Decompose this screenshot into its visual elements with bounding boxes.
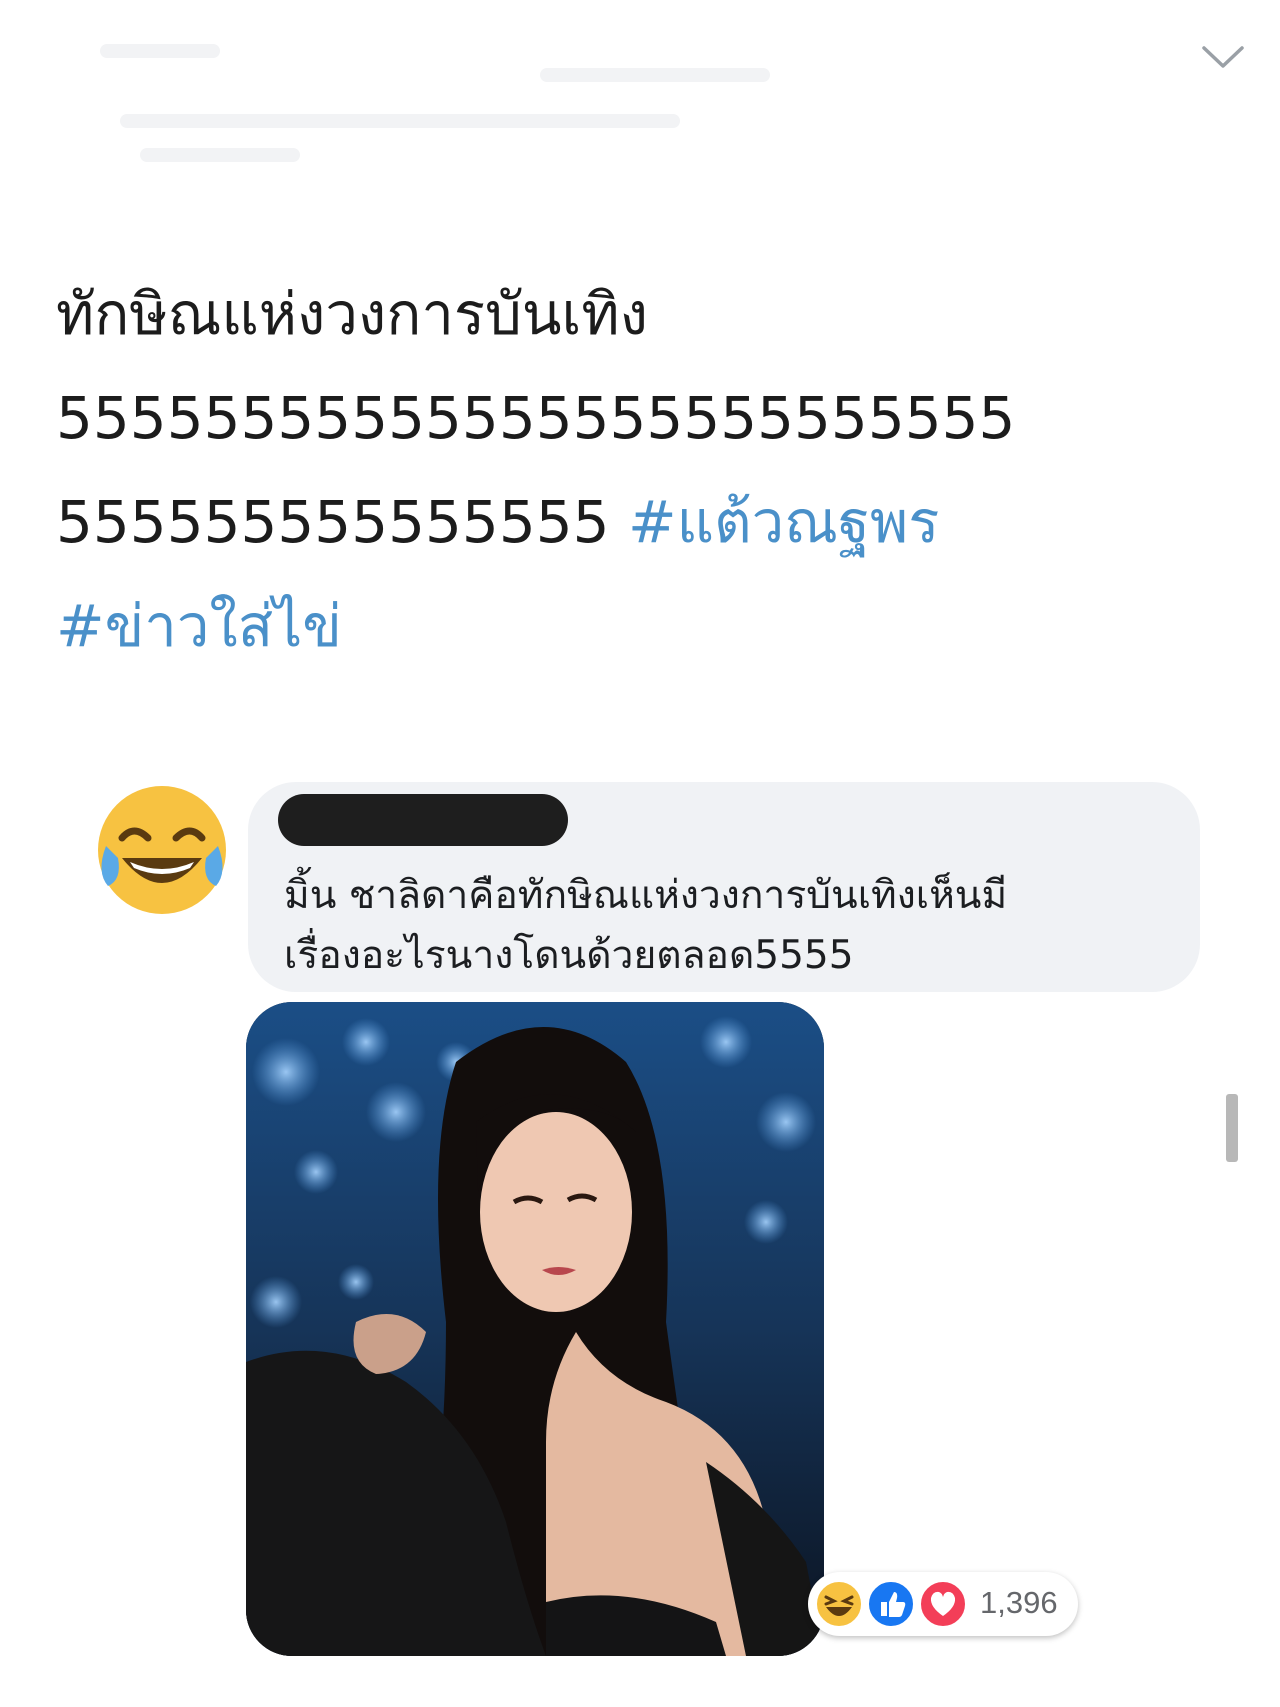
scrollbar-thumb[interactable]	[1226, 1094, 1238, 1162]
faded-username	[540, 68, 770, 82]
comment-line-1: มิ้น ชาลิดาคือทักษิณแห่งวงการบันเทิงเห็น…	[284, 873, 1008, 918]
tweet-line-4: #ข่าวใส่ไข่	[56, 574, 1236, 678]
chevron-down-icon[interactable]	[1200, 42, 1246, 72]
faded-handle	[120, 114, 680, 128]
redacted-name-bar	[278, 794, 568, 846]
comment-text: มิ้น ชาลิดาคือทักษิณแห่งวงการบันเทิงเห็น…	[284, 866, 1174, 986]
tweet-header	[60, 30, 1160, 180]
like-icon	[867, 1580, 915, 1628]
love-icon	[919, 1580, 967, 1628]
tweet-line-3-text: 555555555555555	[56, 488, 610, 556]
faded-timestamp	[140, 148, 300, 162]
tweet-line-3: 555555555555555 #แต้วณฐพร	[56, 470, 1236, 574]
hashtag-link[interactable]: #ข่าวใส่ไข่	[56, 592, 342, 660]
tweet-line-1: ทักษิณแห่งวงการบันเทิง	[56, 280, 648, 348]
comment-line-2: เรื่องอะไรนางโดนด้วยตลอด5555	[284, 933, 854, 978]
reaction-count: 1,396	[980, 1585, 1058, 1620]
faded-avatar-area	[100, 44, 220, 58]
comment-bubble: มิ้น ชาลิดาคือทักษิณแห่งวงการบันเทิงเห็น…	[248, 782, 1200, 992]
reactions-summary[interactable]: 1,396	[808, 1572, 1078, 1636]
laughing-emoji-icon	[98, 786, 226, 914]
comment-photo[interactable]	[246, 1002, 824, 1656]
tweet-text: ทักษิณแห่งวงการบันเทิง 55555555555555555…	[56, 262, 1236, 678]
haha-icon	[815, 1580, 863, 1628]
photo-illustration	[246, 1002, 824, 1656]
hashtag-link[interactable]: #แต้วณฐพร	[628, 488, 939, 556]
tweet-line-2: 55555555555555555555555555	[56, 384, 1016, 452]
